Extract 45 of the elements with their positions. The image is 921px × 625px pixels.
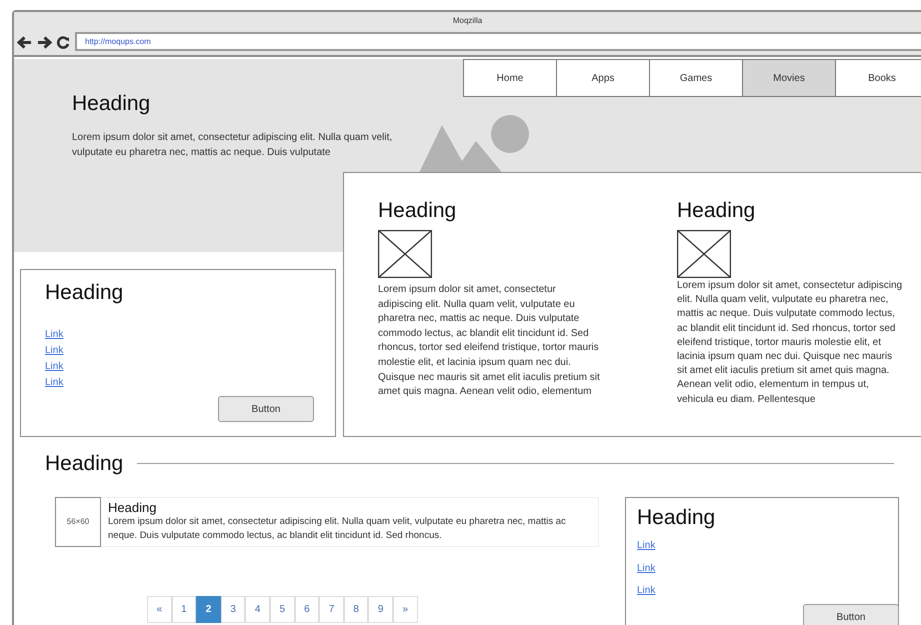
card-heading: Heading — [677, 199, 756, 222]
link[interactable]: Link — [637, 583, 656, 599]
page-button[interactable]: 7 — [319, 596, 344, 623]
page-button[interactable]: 5 — [270, 596, 295, 623]
link[interactable]: Link — [45, 343, 64, 359]
page-button[interactable]: 3 — [220, 596, 246, 623]
nav-tab[interactable]: Apps — [556, 59, 650, 97]
media-text: Lorem ipsum dolor sit amet, consectetur adipiscing elit. Nulla quam velit, vulputate eu pharetra nec, mattis ac neque. Duis vulputate commodo lectus, ac blandit elit tincidunt id. Sed rhoncus. — [108, 515, 567, 543]
button[interactable]: Button — [803, 604, 899, 625]
address-field[interactable]: http://moqups.com — [75, 32, 921, 51]
thumbnail-image: 56×60 — [55, 497, 101, 547]
card-heading: Heading — [45, 281, 124, 304]
nav-tab[interactable]: Books — [835, 59, 921, 97]
page-button[interactable]: 8 — [344, 596, 368, 623]
page-button[interactable]: 9 — [368, 596, 393, 623]
link[interactable]: Link — [637, 560, 656, 576]
image-placeholder-icon — [378, 230, 432, 278]
forward-icon[interactable] — [37, 36, 52, 49]
page-button[interactable]: 1 — [172, 596, 196, 623]
card-heading: Heading — [637, 506, 716, 530]
reload-icon[interactable] — [57, 36, 70, 49]
link[interactable]: Link — [637, 538, 656, 554]
image-placeholder-icon — [677, 230, 731, 278]
media-heading: Heading — [108, 500, 156, 515]
card-text: Lorem ipsum dolor sit amet, consectetur adipiscing elit. Nulla quam velit, vulputate eu pharetra nec, mattis ac neque. Duis vulputate commodo lectus, ac blandit elit tincidunt id. Sed rhoncus, tortor sed eleifend tristique, tortor mauris molestie elit, et lacinia ipsum quam nec dui. Quisque nec mauris sit amet elit iaculis pretium sit amet quis magna. Aenean velit odio, elementum — [378, 283, 600, 400]
button[interactable]: Button — [218, 396, 314, 422]
window-title: Moqzilla — [14, 12, 921, 30]
hero-heading: Heading — [72, 92, 150, 116]
link[interactable]: Link — [45, 375, 64, 391]
page-button[interactable]: 2 — [196, 596, 221, 623]
back-icon[interactable] — [17, 36, 32, 49]
page-button[interactable]: 6 — [294, 596, 320, 623]
link[interactable]: Link — [45, 327, 64, 343]
nav-tab[interactable]: Movies — [742, 59, 836, 97]
hero-text: Lorem ipsum dolor sit amet, consectetur adipiscing elit. Nulla quam velit, vulputate eu pharetra nec, mattis ac neque. Duis vulputate — [72, 131, 394, 160]
image-placeholder-icon — [418, 113, 532, 175]
page-button[interactable]: » — [393, 596, 418, 623]
nav-tab[interactable]: Games — [649, 59, 743, 97]
card-heading: Heading — [378, 199, 456, 222]
link[interactable]: Link — [45, 359, 64, 375]
page-button[interactable]: 4 — [245, 596, 270, 623]
card-text: Lorem ipsum dolor sit amet, consectetur adipiscing elit. Nulla quam velit, vulputate eu pharetra nec, mattis ac neque. Duis vulputate commodo lectus, ac blandit elit tincidunt id. Sed rhoncus, tortor sed eleifend tristique, tortor mauris molestie elit, et lacinia ipsum quam nec dui. Quisque nec mauris sit amet elit iaculis pretium sit amet quis magna. Aenean velit odio, elementum in tempus ut, vehicula eu diam. Pellentesque — [677, 279, 903, 407]
section-heading: Heading — [45, 452, 124, 476]
nav-tab[interactable]: Home — [463, 59, 557, 97]
page-button[interactable]: « — [147, 596, 172, 623]
